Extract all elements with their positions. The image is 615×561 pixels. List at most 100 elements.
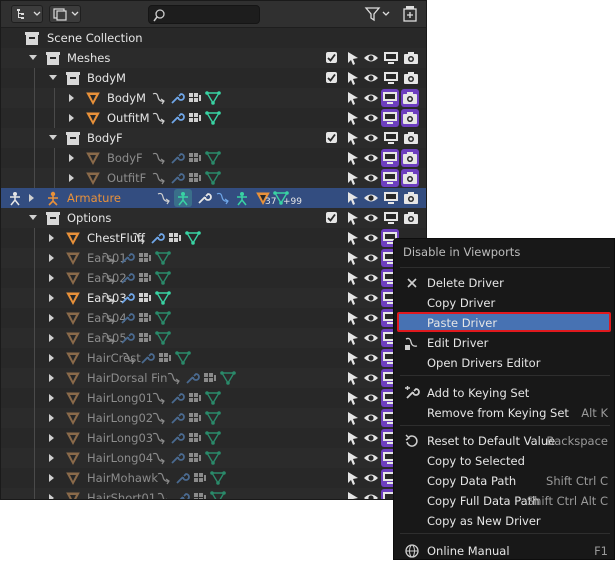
menu-item[interactable]: Copy Data Path Shift Ctrl C [394,471,615,491]
filter-view-dropdown[interactable] [49,5,81,23]
menu-item[interactable]: Add to Keying Set [394,383,615,403]
check-icon [327,53,336,62]
expand-arrow-icon[interactable] [69,94,74,102]
tree-row[interactable]: Ears01 [1,248,426,268]
menu-item[interactable]: Delete Driver [394,273,615,293]
expand-arrow-icon[interactable] [49,274,54,282]
expand-arrow-icon[interactable] [69,174,74,182]
driver-icon [102,312,115,325]
viewport-toggle[interactable] [381,109,399,127]
outliner-header [1,1,426,28]
cursor-arrow-icon [348,492,358,499]
menu-item[interactable]: Copy as New Driver [394,511,615,531]
tree-row[interactable]: BodyM [1,68,426,88]
tree-row[interactable]: Meshes [1,48,426,68]
tree-row[interactable]: OutfitM [1,108,426,128]
viewport-toggle[interactable] [381,149,399,167]
mesh-object-icon [66,332,80,346]
tree-row[interactable]: Ears04 [1,308,426,328]
menu-item[interactable]: Edit Driver [394,333,615,353]
viewport-toggle[interactable] [381,169,399,187]
tree-row[interactable]: HairLong01 [1,388,426,408]
render-toggle[interactable] [401,169,419,187]
menu-item[interactable]: Paste Driver [394,312,615,333]
exclude-checkbox[interactable] [326,72,337,83]
tree-row[interactable]: Ears03 [1,288,426,308]
filter-dropdown[interactable] [363,5,393,23]
new-collection-button[interactable] [401,5,421,23]
expand-arrow-icon[interactable] [49,374,54,382]
tree-row[interactable]: Ears05 [1,328,426,348]
menu-item[interactable]: Remove from Keying Set Alt K [394,403,615,423]
expand-arrow-icon[interactable] [49,294,54,302]
render-toggle[interactable] [401,89,419,107]
driver-icon [132,232,145,245]
collapse-arrow-icon[interactable] [29,215,37,220]
expand-arrow-icon[interactable] [49,414,54,422]
tree-row[interactable]: HairLong04 [1,448,426,468]
expand-arrow-icon[interactable] [49,394,54,402]
mesh-object-icon [66,472,80,486]
eye-icon [364,254,378,262]
row-label: Meshes [67,51,111,65]
mesh-data-icon [205,411,221,425]
tree-row[interactable]: ChestFluff [1,228,426,248]
exclude-checkbox[interactable] [326,132,337,143]
collapse-arrow-icon[interactable] [49,75,57,80]
expand-arrow-icon[interactable] [69,114,74,122]
expand-arrow-icon[interactable] [69,154,74,162]
mesh-object-icon [66,412,80,426]
tree-row[interactable]: BodyF [1,128,426,148]
tree-row[interactable]: HairMohawk [1,468,426,488]
render-toggle[interactable] [401,149,419,167]
expand-arrow-icon[interactable] [49,474,54,482]
collapse-arrow-icon[interactable] [49,135,57,140]
exclude-checkbox[interactable] [326,52,337,63]
menu-item-shortcut: Shift Ctrl C [546,474,608,488]
menu-item[interactable]: Open Drivers Editor [394,353,615,373]
menu-title: Disable in Viewports [403,245,521,259]
expand-arrow-icon[interactable] [49,434,54,442]
mesh-object-icon [66,432,80,446]
viewport-toggle[interactable] [381,89,399,107]
collapse-arrow-icon[interactable] [29,55,37,60]
tree-row[interactable]: HairDorsal Fin [1,368,426,388]
tree-row[interactable]: OutfitF [1,168,426,188]
render-toggle[interactable] [401,109,419,127]
menu-item[interactable]: Copy Full Data Path Shift Ctrl Alt C [394,491,615,511]
tree-row[interactable]: Armature 37 +99 [1,188,426,208]
expand-arrow-icon[interactable] [29,194,34,202]
menu-item[interactable]: Copy Driver [394,293,615,313]
exclude-checkbox[interactable] [326,212,337,223]
expand-arrow-icon[interactable] [49,254,54,262]
menu-item[interactable]: Copy to Selected [394,451,615,471]
expand-arrow-icon[interactable] [49,314,54,322]
wrench-icon [151,233,165,244]
row-label: HairLong02 [87,411,154,425]
camera-icon [403,172,417,184]
vertex-groups-icon [159,353,171,362]
tree-row[interactable]: BodyF [1,148,426,168]
eye-icon [364,154,378,162]
tree-row-scene-collection[interactable]: Scene Collection [1,28,426,48]
tree-row[interactable]: Options [1,208,426,228]
tree-row[interactable]: HairShort01 [1,488,426,499]
expand-arrow-icon[interactable] [49,494,54,499]
menu-item[interactable]: Online Manual F1 [394,541,615,561]
vertex-groups-icon [189,433,201,442]
tree-row[interactable]: Ears02 [1,268,426,288]
expand-arrow-icon[interactable] [49,334,54,342]
driver-icon [102,332,115,345]
tree-row[interactable]: HairCrest [1,348,426,368]
tree-row[interactable]: HairLong03 [1,428,426,448]
menu-item-label: Add to Keying Set [427,386,530,400]
wrench-icon [171,393,185,404]
display-mode-dropdown[interactable] [11,5,43,23]
expand-arrow-icon[interactable] [49,234,54,242]
tree-row[interactable]: HairLong02 [1,408,426,428]
tree-row[interactable]: BodyM [1,88,426,108]
menu-item[interactable]: Reset to Default Value Backspace [394,431,615,451]
expand-arrow-icon[interactable] [49,454,54,462]
search-input[interactable] [148,5,260,24]
expand-arrow-icon[interactable] [49,354,54,362]
